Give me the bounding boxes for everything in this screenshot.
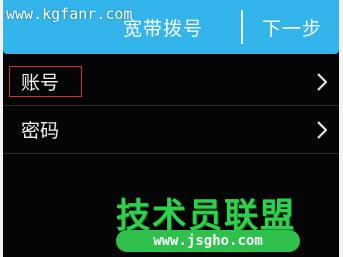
chevron-right-icon (317, 73, 327, 91)
account-highlight-box (9, 66, 82, 97)
watermark-url: www.kgfanr.com (6, 5, 133, 23)
next-step-button[interactable]: 下一步 (245, 4, 339, 50)
watermark-logo-url: www.jsgho.com (116, 230, 300, 252)
chevron-right-icon (317, 121, 327, 139)
page-title: 宽带拨号 (123, 18, 204, 40)
title-divider (241, 10, 243, 44)
password-label: 密码 (21, 120, 60, 142)
password-row[interactable]: 密码 (3, 106, 339, 154)
row-divider (3, 153, 339, 154)
